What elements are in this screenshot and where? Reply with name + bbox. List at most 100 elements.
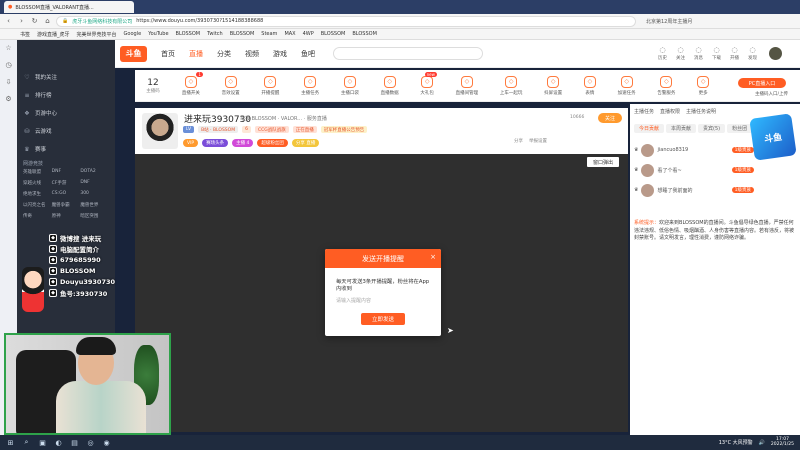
menu-item[interactable]: 首页 (161, 49, 175, 59)
game-link[interactable]: 英雄联盟 (23, 169, 52, 175)
rank-tab[interactable]: 本周贡献 (666, 124, 697, 133)
system-clock[interactable]: 17:07 2022/1/25 (771, 437, 794, 448)
header-tool[interactable]: ◌ 开播 (730, 46, 739, 61)
game-link[interactable]: DNF (52, 169, 81, 175)
rank-row[interactable]: ♛ 想睡了我前面的 1级贵族 (634, 180, 754, 200)
game-link[interactable]: 传奇 (23, 213, 52, 219)
bookmark-item[interactable]: BLOSSOM (321, 31, 346, 37)
tool-item[interactable]: ◇ 更多 (697, 75, 710, 96)
menu-item[interactable]: 直播 (189, 49, 203, 59)
search-input[interactable] (333, 47, 483, 60)
douyu-logo[interactable]: 斗鱼 (120, 45, 147, 62)
windows-start-icon[interactable]: ⊞ (6, 438, 15, 447)
tool-item[interactable]: ◇ 直播数据 (381, 75, 399, 96)
menu-item[interactable]: 视频 (245, 49, 259, 59)
bookmark-item[interactable]: Steam (261, 31, 277, 37)
nav-item[interactable]: ♛ 赛事 (17, 140, 115, 158)
bookmark-item[interactable]: Google (124, 31, 142, 37)
bookmark-item[interactable]: 4WP (303, 31, 314, 37)
rank-tab[interactable]: 今日贡献 (634, 124, 665, 133)
menu-item[interactable]: 游戏 (273, 49, 287, 59)
bookmark-item[interactable]: YouTube (148, 31, 168, 37)
game-link[interactable]: CF手游 (52, 180, 81, 186)
bookmark-item[interactable]: Twitch (207, 31, 223, 37)
anchor-pill[interactable]: 赛场头条 (202, 139, 229, 147)
tool-item[interactable]: ◇ 表情 (583, 75, 596, 96)
task-view-icon[interactable]: ▣ (38, 438, 47, 447)
edge-icon[interactable]: ◐ (54, 438, 63, 447)
menu-item[interactable]: 分类 (217, 49, 231, 59)
perm-link[interactable]: 直播权限 (660, 108, 680, 115)
url-field[interactable]: 🔒 虎牙斗鱼网络科技有限公司 https://www.douyu.com/393… (56, 15, 636, 27)
rank-tab[interactable]: 贵宾(5) (698, 124, 726, 133)
history-icon[interactable]: ◷ (5, 61, 11, 69)
bookmark-item[interactable]: BLOSSOM (230, 31, 255, 37)
send-button[interactable]: 立即发送 (361, 313, 405, 325)
nav-item[interactable]: ⛁ 云游戏 (17, 122, 115, 140)
download-icon[interactable]: ⇩ (6, 78, 12, 86)
back-icon[interactable]: ‹ (4, 17, 13, 26)
bookmark-item[interactable]: BLOSSOM (352, 31, 377, 37)
share-link[interactable]: 分享 (514, 138, 523, 144)
reminder-input[interactable]: 请输入提醒内容 (336, 298, 430, 305)
tool-item[interactable]: ◇ new 大礼包 (420, 71, 437, 96)
rank-tab[interactable]: 粉丝团 (727, 124, 753, 133)
obs-icon[interactable]: ◉ (102, 438, 111, 447)
bookmark-item[interactable]: 游戏直播_虎牙 (37, 31, 70, 38)
game-link[interactable]: 以闪亮之名 (23, 202, 52, 208)
game-link[interactable]: DOTA2 (80, 169, 109, 175)
popout-button[interactable]: 窗口弹出 (587, 157, 619, 167)
follow-button[interactable]: 关注 (598, 113, 622, 123)
rank-row[interactable]: ♛ jiancuo8319 1级贵族 (634, 140, 754, 160)
game-link[interactable]: 300 (80, 191, 109, 197)
menu-item[interactable]: 鱼吧 (301, 49, 315, 59)
game-link[interactable]: 魔兽世界 (80, 202, 109, 208)
browser-icon[interactable]: ◎ (86, 438, 95, 447)
game-link[interactable]: 暗区突围 (80, 213, 109, 219)
browser-tab[interactable]: ● BLOSSOM直播_VALORANT直播... (4, 1, 134, 13)
tool-item[interactable]: ◇ 直播间管理 (456, 75, 478, 96)
game-link[interactable]: 穿越火线 (23, 180, 52, 186)
bookmark-item[interactable]: 书签 (20, 31, 30, 38)
game-link[interactable]: CS:GO (52, 191, 81, 197)
header-tool[interactable]: ◌ 消息 (694, 46, 703, 61)
settings-icon[interactable]: ⚙ (5, 95, 11, 103)
nav-item[interactable]: ≡ 排行榜 (17, 86, 115, 104)
anchor-pill[interactable]: 超级粉丝团 (257, 139, 288, 147)
tool-item[interactable]: ◇ 1 直播开关 (182, 71, 203, 96)
home-icon[interactable]: ⌂ (43, 17, 52, 26)
user-avatar[interactable] (769, 47, 782, 60)
anchor-pill[interactable]: 主播 4 (232, 139, 254, 147)
game-link[interactable]: 原神 (52, 213, 81, 219)
tool-item[interactable]: ◇ 上车一起玩 (500, 75, 522, 96)
bookmark-item[interactable]: BLOSSOM (176, 31, 201, 37)
tool-item[interactable]: ◇ 主播口袋 (341, 75, 359, 96)
tool-item[interactable]: ◇ 主播任务 (301, 75, 319, 96)
game-link[interactable]: 绝地求生 (23, 191, 52, 197)
task-desc-link[interactable]: 主播任务说明 (686, 108, 716, 115)
star-icon[interactable]: ☆ (5, 44, 11, 52)
pc-live-button[interactable]: PC直播入口 (738, 78, 786, 88)
tool-item[interactable]: ◇ 加速任务 (618, 75, 636, 96)
header-tool[interactable]: ◌ 发现 (748, 46, 757, 61)
game-link[interactable]: 魔兽争霸 (52, 202, 81, 208)
header-tool[interactable]: ◌ 历史 (658, 46, 667, 61)
tool-item[interactable]: ◇ 音效设置 (222, 75, 240, 96)
anchor-pill[interactable]: VIP (183, 139, 199, 147)
nav-item[interactable]: ♡ 我的关注 (17, 68, 115, 86)
top-promo[interactable]: 北京第12周年主播月 (646, 18, 692, 25)
volume-icon[interactable]: 🔊 (759, 440, 765, 446)
game-link[interactable]: DNF (80, 180, 109, 186)
search-icon[interactable]: ⌕ (22, 438, 31, 447)
pc-live-sub[interactable]: 主播码入口/上传 (755, 91, 788, 97)
bookmark-item[interactable]: 完美世界竞技平台 (77, 31, 117, 38)
tool-item[interactable]: ◇ 抖屏设置 (544, 75, 562, 96)
tool-item[interactable]: ◇ 告警服务 (657, 75, 675, 96)
task-link[interactable]: 主播任务 (634, 108, 654, 115)
header-tool[interactable]: ◌ 下载 (712, 46, 721, 61)
folder-icon[interactable]: ▤ (70, 438, 79, 447)
rank-row[interactable]: ♛ 看了个看~ 1级贵族 (634, 160, 754, 180)
forward-icon[interactable]: › (17, 17, 26, 26)
report-link[interactable]: 举报设置 (529, 138, 547, 144)
weather-text[interactable]: 13°C 大风预警 (719, 439, 753, 446)
